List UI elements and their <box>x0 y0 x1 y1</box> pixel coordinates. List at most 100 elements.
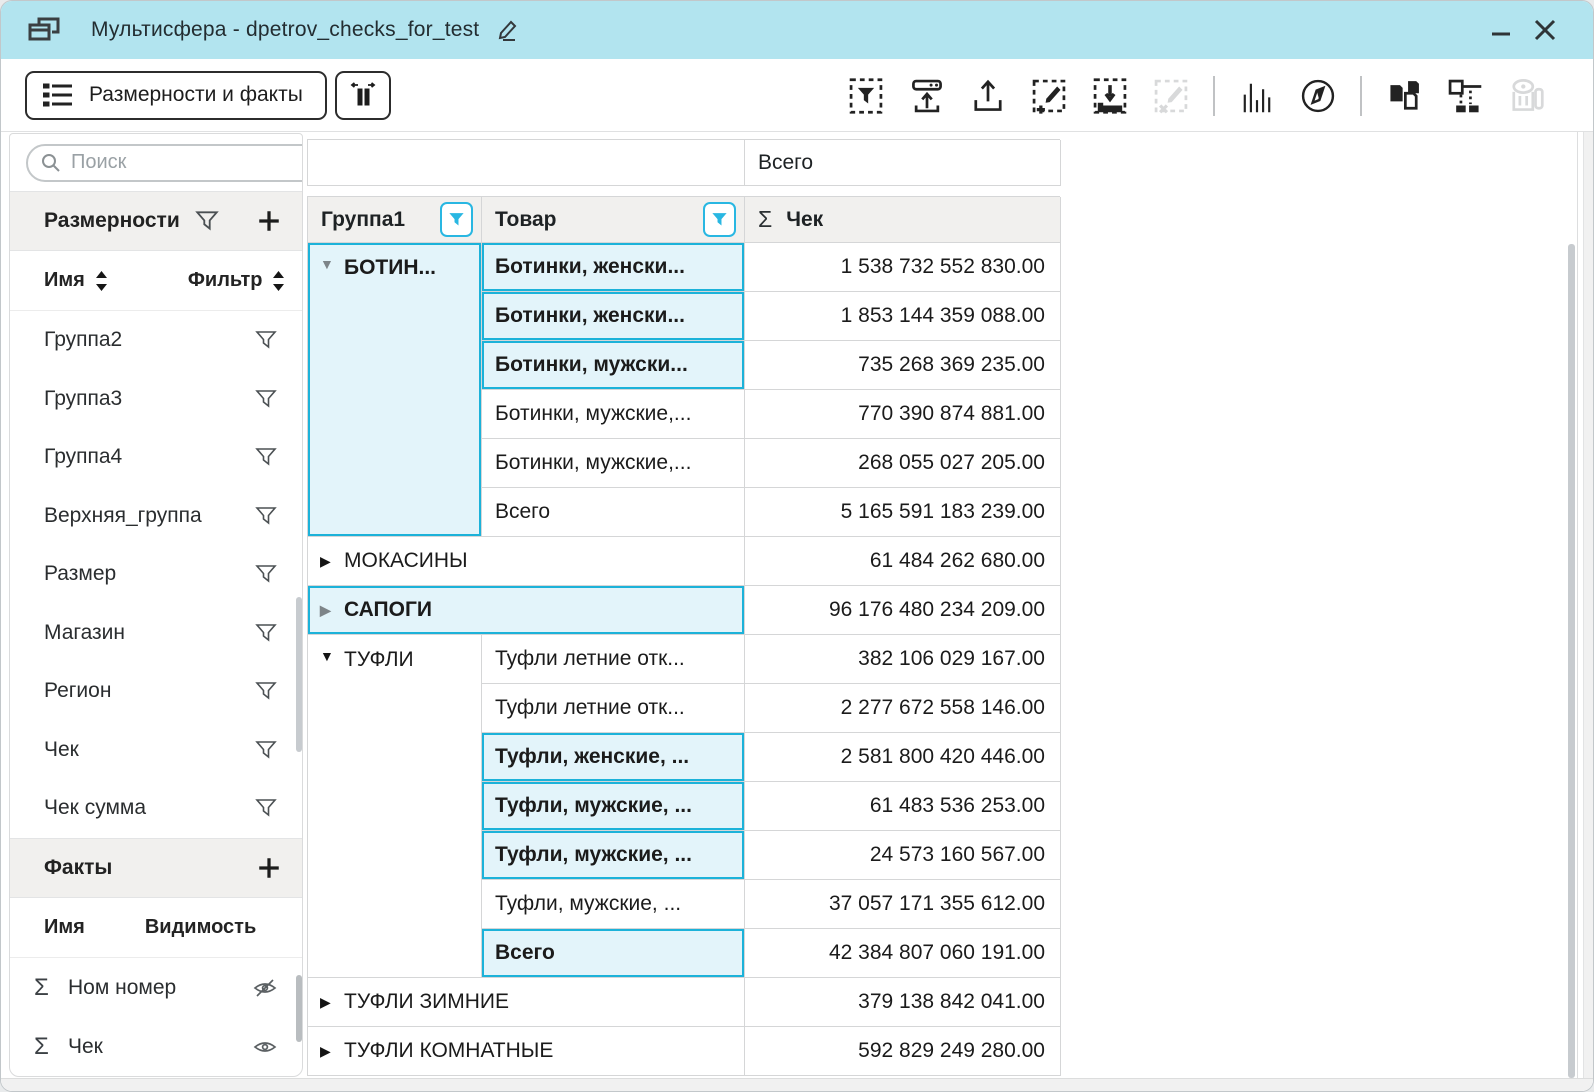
filter-icon[interactable] <box>254 387 278 411</box>
filter-icon[interactable] <box>254 562 278 586</box>
product-cell[interactable]: Ботинки, мужские,... <box>482 439 745 488</box>
product-cell[interactable]: Туфли, мужские, ... <box>482 782 745 831</box>
export-icon[interactable] <box>969 77 1007 115</box>
close-button[interactable] <box>1523 10 1567 50</box>
sort-name-icon[interactable] <box>93 270 110 292</box>
fact-row[interactable]: ΣНом номер <box>10 958 302 1017</box>
add-fact-button[interactable] <box>256 855 282 881</box>
fact-row[interactable]: ΣЧек <box>10 1017 302 1076</box>
product-filter-button[interactable] <box>703 202 736 237</box>
filter-icon[interactable] <box>254 504 278 528</box>
dimensions-filter-icon[interactable] <box>194 208 220 234</box>
search-box[interactable] <box>26 144 303 182</box>
fit-columns-button[interactable] <box>335 71 391 120</box>
value-cell[interactable]: 382 106 029 167.00 <box>745 635 1061 684</box>
group-column-label: Группа1 <box>321 208 405 232</box>
collapse-toggle-icon[interactable]: ▼ <box>320 648 344 664</box>
value-cell[interactable]: 96 176 480 234 209.00 <box>745 586 1061 635</box>
dimension-row[interactable]: Чек <box>10 721 302 780</box>
value-cell[interactable]: 61 483 536 253.00 <box>745 782 1061 831</box>
copy-docs-icon[interactable] <box>1385 77 1423 115</box>
group-row-cell[interactable]: ▶ТУФЛИ ЗИМНИЕ <box>308 978 745 1027</box>
value-cell[interactable]: 42 384 807 060 191.00 <box>745 929 1061 978</box>
filter-icon[interactable] <box>254 679 278 703</box>
alert-import-icon[interactable] <box>1091 77 1129 115</box>
product-cell[interactable]: Туфли летние отк... <box>482 684 745 733</box>
filter-icon[interactable] <box>254 621 278 645</box>
expand-toggle-icon[interactable]: ▶ <box>320 553 344 570</box>
cascade-windows-icon <box>27 14 61 46</box>
value-cell[interactable]: 61 484 262 680.00 <box>745 537 1061 586</box>
expand-toggle-icon[interactable]: ▶ <box>320 994 344 1011</box>
group-cell[interactable]: ▼БОТИН... <box>308 243 482 537</box>
group-row-cell[interactable]: ▶ТУФЛИ КОМНАТНЫЕ <box>308 1027 745 1076</box>
product-cell[interactable]: Ботинки, мужские,... <box>482 390 745 439</box>
value-label: 42 384 807 060 191.00 <box>829 941 1045 965</box>
dimension-row[interactable]: Группа2 <box>10 311 302 370</box>
dimension-row[interactable]: Размер <box>10 545 302 604</box>
filter-icon[interactable] <box>254 328 278 352</box>
visibility-eye-off-icon[interactable] <box>252 975 278 1001</box>
dimension-row[interactable]: Чек сумма <box>10 779 302 838</box>
sort-filter-icon[interactable] <box>270 270 287 292</box>
value-cell[interactable]: 592 829 249 280.00 <box>745 1027 1061 1076</box>
add-dimension-button[interactable] <box>256 208 282 234</box>
expand-toggle-icon[interactable]: ▶ <box>320 1043 344 1060</box>
bottom-scrollbar-track[interactable] <box>1 1078 1593 1092</box>
product-cell[interactable]: Ботинки, женски... <box>482 243 745 292</box>
value-cell[interactable]: 770 390 874 881.00 <box>745 390 1061 439</box>
dimensions-scrollbar[interactable] <box>296 597 302 752</box>
visibility-eye-icon[interactable] <box>252 1034 278 1060</box>
product-cell[interactable]: Туфли летние отк... <box>482 635 745 684</box>
dimension-row[interactable]: Группа3 <box>10 370 302 429</box>
bar-chart-icon[interactable] <box>1238 77 1276 115</box>
compass-icon[interactable] <box>1299 77 1337 115</box>
value-cell[interactable]: 735 268 369 235.00 <box>745 341 1061 390</box>
product-cell[interactable]: Всего <box>482 929 745 978</box>
content-area: Размерности Имя Фильтр <box>1 132 1593 1091</box>
table-vertical-scrollbar[interactable] <box>1568 244 1575 1078</box>
dimension-row[interactable]: Магазин <box>10 604 302 663</box>
total-column-header: Всего <box>745 140 1061 186</box>
filter-icon[interactable] <box>254 445 278 469</box>
value-cell[interactable]: 1 853 144 359 088.00 <box>745 292 1061 341</box>
col-filter-label: Фильтр <box>188 269 263 292</box>
edit-add-icon[interactable] <box>1030 77 1068 115</box>
group-row-cell[interactable]: ▶МОКАСИНЫ <box>308 537 745 586</box>
dimension-row[interactable]: Регион <box>10 662 302 721</box>
filter-icon[interactable] <box>254 796 278 820</box>
value-cell[interactable]: 1 538 732 552 830.00 <box>745 243 1061 292</box>
product-cell[interactable]: Туфли, женские, ... <box>482 733 745 782</box>
value-cell[interactable]: 268 055 027 205.00 <box>745 439 1061 488</box>
filter-selection-icon[interactable] <box>847 77 885 115</box>
product-cell[interactable]: Ботинки, женски... <box>482 292 745 341</box>
search-input[interactable] <box>71 151 303 174</box>
value-cell[interactable]: 37 057 171 355 612.00 <box>745 880 1061 929</box>
filter-icon[interactable] <box>254 738 278 762</box>
value-label: 24 573 160 567.00 <box>870 843 1045 867</box>
product-cell[interactable]: Туфли, мужские, ... <box>482 831 745 880</box>
dimension-label: Группа2 <box>44 328 254 352</box>
dimension-row[interactable]: Группа4 <box>10 428 302 487</box>
product-cell[interactable]: Всего <box>482 488 745 537</box>
group-cell[interactable]: ▼ТУФЛИ <box>308 635 482 978</box>
hierarchy-icon[interactable] <box>1446 77 1484 115</box>
value-cell[interactable]: 2 581 800 420 446.00 <box>745 733 1061 782</box>
collapse-toggle-icon[interactable]: ▼ <box>320 256 344 272</box>
minimize-button[interactable] <box>1479 10 1523 50</box>
value-cell[interactable]: 5 165 591 183 239.00 <box>745 488 1061 537</box>
pivot-corner-cell <box>308 140 745 186</box>
rename-pencil-icon[interactable] <box>495 17 521 43</box>
product-cell[interactable]: Ботинки, мужски... <box>482 341 745 390</box>
group-row-cell[interactable]: ▶САПОГИ <box>308 586 745 635</box>
facts-scrollbar[interactable] <box>296 975 302 1042</box>
expand-toggle-icon[interactable]: ▶ <box>320 602 344 619</box>
dimension-row[interactable]: Верхняя_группа <box>10 487 302 546</box>
group-filter-button[interactable] <box>440 202 473 237</box>
import-server-icon[interactable] <box>908 77 946 115</box>
value-cell[interactable]: 24 573 160 567.00 <box>745 831 1061 880</box>
product-cell[interactable]: Туфли, мужские, ... <box>482 880 745 929</box>
dimensions-facts-button[interactable]: Размерности и факты <box>25 71 327 120</box>
value-cell[interactable]: 379 138 842 041.00 <box>745 978 1061 1027</box>
value-cell[interactable]: 2 277 672 558 146.00 <box>745 684 1061 733</box>
